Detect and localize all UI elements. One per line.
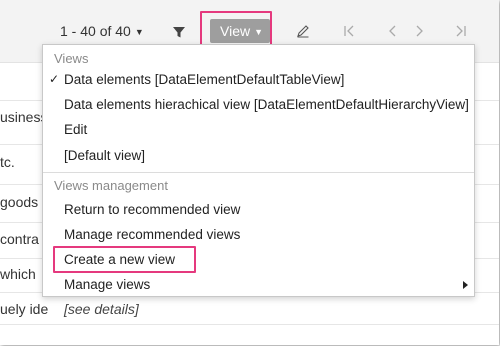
- menu-item-manage-recommended[interactable]: Manage recommended views: [43, 224, 474, 248]
- submenu-arrow-icon: [463, 281, 468, 289]
- menu-item-hierarchical-view[interactable]: Data elements hierachical view [DataElem…: [43, 94, 474, 118]
- caret-down-icon: ▼: [134, 27, 144, 37]
- next-page-icon[interactable]: [412, 24, 426, 38]
- menu-item-manage-views[interactable]: Manage views: [43, 274, 474, 298]
- menu-item-return-recommended[interactable]: Return to recommended view: [43, 199, 474, 223]
- menu-item-label: Data elements [DataElementDefaultTableVi…: [64, 72, 345, 87]
- first-page-icon[interactable]: [342, 24, 356, 38]
- view-button[interactable]: View ▼: [210, 19, 270, 43]
- pager-count-dropdown[interactable]: 1 - 40 of 40 ▼: [60, 23, 144, 39]
- menu-item-data-elements-view[interactable]: ✓ Data elements [DataElementDefaultTable…: [43, 69, 474, 93]
- menu-section-header: Views management: [54, 178, 168, 193]
- check-icon: ✓: [49, 72, 60, 86]
- menu-separator: [43, 172, 474, 173]
- view-button-label: View: [220, 23, 251, 39]
- see-details-link[interactable]: [see details]: [64, 301, 139, 317]
- menu-item-default-view[interactable]: [Default view]: [43, 145, 474, 169]
- menu-item-edit-view[interactable]: Edit: [43, 119, 474, 143]
- prev-page-icon[interactable]: [386, 24, 400, 38]
- menu-item-label: Data elements hierachical view [DataElem…: [64, 97, 469, 112]
- menu-item-label: Return to recommended view: [64, 202, 241, 217]
- app-frame: 1 - 40 of 40 ▼ View ▼ usiness tc. goods …: [0, 0, 499, 345]
- menu-item-label: Edit: [64, 122, 88, 137]
- table-cell: uely ide: [0, 301, 49, 317]
- menu-item-label: Manage views: [64, 277, 151, 292]
- menu-item-label: [Default view]: [64, 148, 146, 163]
- table-cell: contra: [0, 231, 39, 247]
- pencil-icon[interactable]: [296, 24, 310, 38]
- table-cell: usiness: [0, 109, 48, 125]
- menu-item-label: Manage recommended views: [64, 227, 241, 242]
- table-cell: tc.: [0, 154, 15, 170]
- menu-section-header: Views: [54, 51, 89, 66]
- view-dropdown-menu: Views ✓ Data elements [DataElementDefaul…: [42, 44, 475, 297]
- filter-icon[interactable]: [172, 25, 186, 39]
- pager-count-label: 1 - 40 of 40: [60, 23, 131, 39]
- table-cell: which: [0, 266, 36, 282]
- last-page-icon[interactable]: [454, 24, 468, 38]
- create-view-highlight: [53, 246, 196, 273]
- caret-down-icon: ▼: [254, 27, 264, 37]
